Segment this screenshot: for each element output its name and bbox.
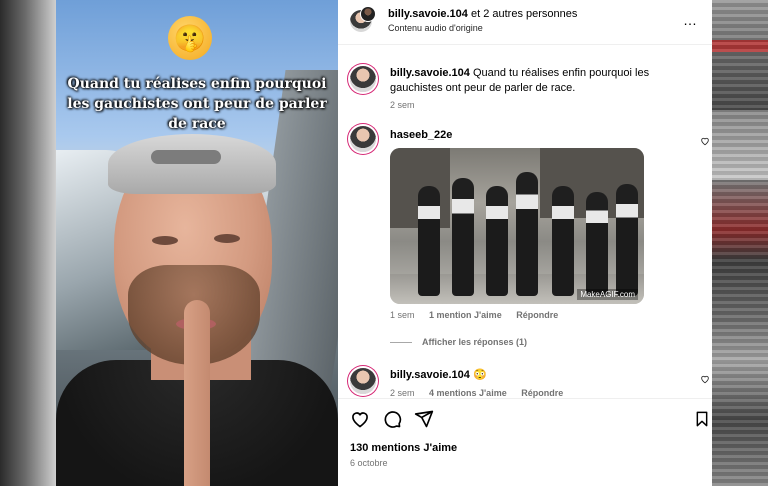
reply-button[interactable]: Répondre [516,310,558,320]
post-author: billy.savoie.104 et 2 autres personnes [388,8,577,20]
video-frame[interactable]: 🤫 Quand tu réalises enfin pourquoi les g… [56,0,338,486]
video-caption: Quand tu réalises enfin pourquoi les gau… [67,76,327,132]
gif-dancer [516,172,538,296]
comment-username[interactable]: billy.savoie.104 [390,67,470,79]
blurred-background-right [712,0,768,486]
shush-finger [184,300,210,486]
commenter-avatar[interactable] [350,126,376,152]
save-icon[interactable] [694,409,710,429]
comment-body: 😳 [472,369,487,381]
comment-likes[interactable]: 1 mention J'aime [429,310,502,320]
comment-meta: 2 sem 4 mentions J'aime Répondre [390,388,575,398]
heart-icon[interactable] [350,409,370,429]
comment-gif[interactable]: MakeAGIF.com [390,148,644,304]
gif-dancer [486,186,508,296]
more-options-icon[interactable]: … [683,12,698,28]
commenter-avatar[interactable] [350,66,376,92]
gif-dancer [552,186,574,296]
view-replies-label: Afficher les réponses (1) [422,337,528,347]
comment-text: haseeb_22e [390,128,690,143]
comment-meta: 1 sem 1 mention J'aime Répondre [390,310,570,320]
action-bar [338,398,712,439]
comment-meta: 2 sem [390,100,427,110]
gif-dancer [452,178,474,296]
left-eye [152,236,178,245]
comment-text: billy.savoie.104 😳 [390,368,690,383]
comment-time: 2 sem [390,388,415,398]
post-date: 6 octobre [350,458,388,468]
view-replies-button[interactable]: Afficher les réponses (1) [390,337,527,347]
comment-time: 2 sem [390,100,415,110]
like-comment-heart-icon[interactable] [700,136,710,146]
post-header: billy.savoie.104 et 2 autres personnes C… [338,0,712,45]
right-eye [214,234,240,243]
cap-strap [151,150,221,164]
comment-username[interactable]: haseeb_22e [390,129,452,141]
gif-watermark: MakeAGIF.com [577,289,638,300]
comment-username[interactable]: billy.savoie.104 [390,369,470,381]
author-username[interactable]: billy.savoie.104 [388,8,468,20]
likes-count[interactable]: 130 mentions J'aime [350,442,457,454]
like-comment-heart-icon[interactable] [700,374,710,384]
backwards-cap [108,134,276,194]
gif-dancer [586,192,608,296]
gif-dancer [418,186,440,296]
comment-text: billy.savoie.104 Quand tu réalises enfin… [390,66,690,96]
audio-label[interactable]: Contenu audio d'origine [388,23,483,33]
replies-divider [390,342,412,344]
comment-likes[interactable]: 4 mentions J'aime [429,388,507,398]
collaborator-avatar[interactable] [360,6,376,22]
reply-button[interactable]: Répondre [521,388,563,398]
post-panel: billy.savoie.104 et 2 autres personnes C… [338,0,712,486]
share-icon[interactable] [414,409,434,429]
blurred-background-left [0,0,56,486]
comment-icon[interactable] [382,409,402,429]
shushing-face-emoji: 🤫 [168,16,212,60]
commenter-avatar[interactable] [350,368,376,394]
gif-dancer [616,184,638,296]
comment-time: 1 sem [390,310,415,320]
collaborators-link[interactable]: et 2 autres personnes [468,8,577,20]
